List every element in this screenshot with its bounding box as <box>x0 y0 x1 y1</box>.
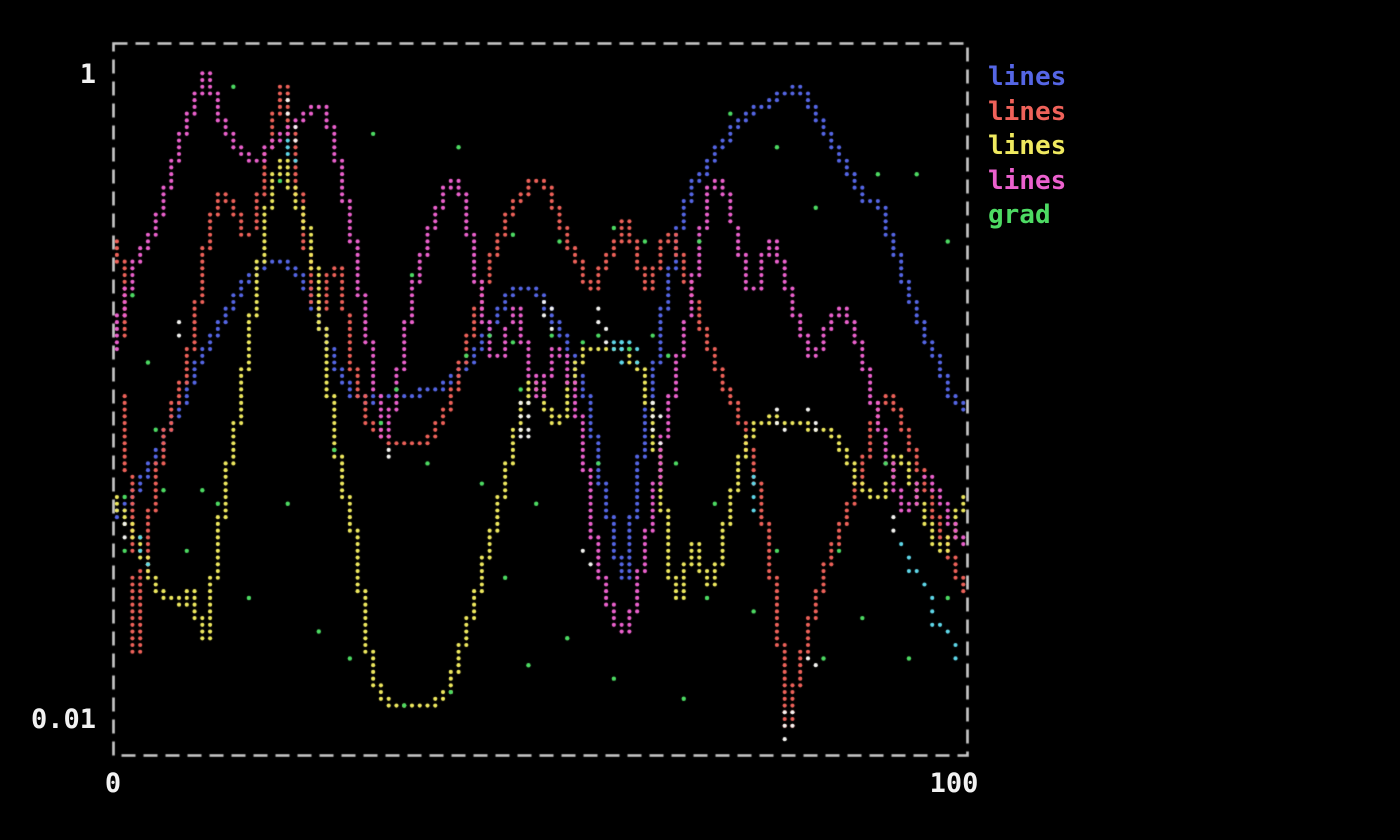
legend-item-lines-magenta: lines <box>988 164 1066 199</box>
y-axis-tick-label-top: 1 <box>24 59 96 91</box>
x-axis-tick-label-left: 0 <box>93 768 133 800</box>
legend-item-lines-yellow: lines <box>988 129 1066 164</box>
x-axis-tick-label-right: 100 <box>914 768 994 800</box>
y-axis-tick-label-bottom: 0.01 <box>24 704 96 736</box>
legend-item-lines-blue: lines <box>988 60 1066 95</box>
plot-canvas <box>0 0 1400 840</box>
legend-item-lines-red: lines <box>988 95 1066 130</box>
legend-item-grad: grad <box>988 198 1066 233</box>
legend: lines lines lines lines grad <box>988 60 1066 233</box>
terminal-plot-screen: 1 0.01 0 100 lines lines lines lines gra… <box>0 0 1400 840</box>
